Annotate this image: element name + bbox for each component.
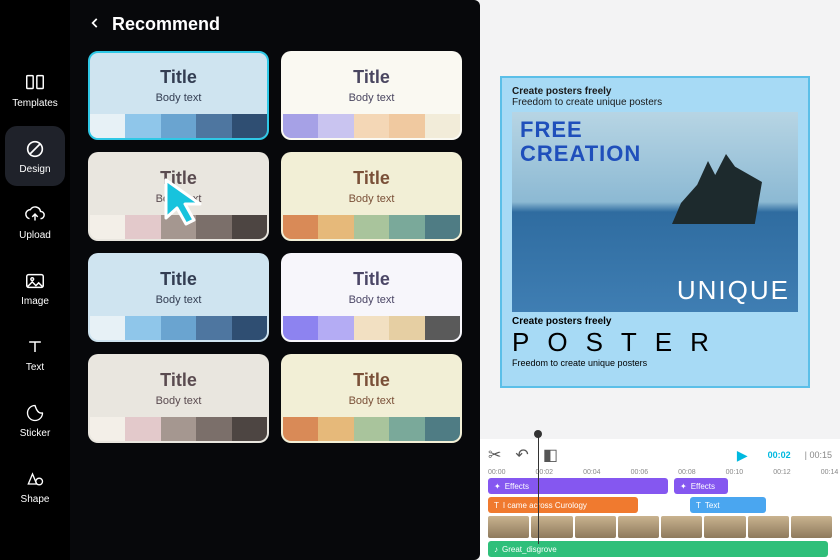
text-icon (24, 336, 46, 358)
cut-icon[interactable]: ✂ (488, 445, 501, 465)
card-swatches (283, 417, 460, 441)
sidebar-item-templates[interactable]: Templates (5, 60, 65, 120)
poster-top-line1: Create posters freely (512, 86, 798, 97)
playhead[interactable] (538, 434, 539, 544)
sidebar-label: Shape (21, 494, 50, 505)
panel-title: Recommend (112, 14, 220, 35)
sidebar-item-sticker[interactable]: Sticker (5, 390, 65, 450)
track-text[interactable]: T I came across Curology (488, 497, 638, 513)
sidebar-item-image[interactable]: Image (5, 258, 65, 318)
sidebar-label: Image (21, 296, 49, 307)
poster-top-line2: Freedom to create unique posters (512, 97, 798, 108)
video-clips-track[interactable] (488, 516, 832, 538)
palette-card[interactable]: Title Body text (281, 354, 462, 443)
track-text[interactable]: T Text (690, 497, 766, 513)
timeline-panel: ✂ ↶ ◧ ▶ 00:02 | 00:15 00:0000:0200:0400:… (480, 439, 840, 560)
poster-big-word: POSTER (512, 327, 798, 358)
card-swatches (90, 215, 267, 239)
palette-card[interactable]: Title Body text (88, 152, 269, 241)
card-title: Title (160, 269, 197, 290)
sidebar-item-text[interactable]: Text (5, 324, 65, 384)
card-title: Title (353, 370, 390, 391)
palette-card[interactable]: Title Body text (281, 51, 462, 140)
sidebar-label: Sticker (20, 428, 51, 439)
sidebar-label: Templates (12, 98, 58, 109)
card-title: Title (353, 269, 390, 290)
card-swatches (90, 417, 267, 441)
design-icon (24, 138, 46, 160)
card-body: Body text (156, 193, 202, 205)
palette-card[interactable]: Title Body text (88, 354, 269, 443)
card-swatches (90, 316, 267, 340)
palette-card[interactable]: Title Body text (88, 51, 269, 140)
track-audio[interactable]: ♪ Great_disgrove (488, 541, 828, 557)
card-title: Title (353, 168, 390, 189)
card-swatches (283, 114, 460, 138)
card-swatches (283, 215, 460, 239)
upload-icon (24, 204, 46, 226)
image-icon (24, 270, 46, 292)
poster-canvas[interactable]: Create posters freely Freedom to create … (500, 76, 810, 388)
palette-card[interactable]: Title Body text (88, 253, 269, 342)
card-body: Body text (349, 92, 395, 104)
card-body: Body text (156, 395, 202, 407)
sidebar-label: Design (19, 164, 50, 175)
play-icon[interactable]: ▶ (737, 447, 748, 464)
card-title: Title (160, 67, 197, 88)
poster-bottom-line1: Create posters freely (512, 316, 798, 327)
timeline-ruler[interactable]: 00:0000:0200:0400:0600:0800:1000:1200:14… (488, 469, 832, 476)
palette-card[interactable]: Title Body text (281, 152, 462, 241)
templates-icon (24, 72, 46, 94)
sidebar-item-shape[interactable]: Shape (5, 456, 65, 516)
card-body: Body text (156, 92, 202, 104)
back-icon[interactable] (88, 14, 102, 35)
card-title: Title (160, 168, 197, 189)
sidebar-label: Upload (19, 230, 51, 241)
sidebar-item-design[interactable]: Design (5, 126, 65, 186)
card-body: Body text (156, 294, 202, 306)
timeline-total: | 00:15 (805, 450, 832, 460)
card-body: Body text (349, 395, 395, 407)
poster-hero-image: FREECREATION UNIQUE (512, 112, 798, 312)
poster-bottom-line2: Freedom to create unique posters (512, 358, 798, 368)
sidebar-item-upload[interactable]: Upload (5, 192, 65, 252)
card-swatches (283, 316, 460, 340)
palette-card[interactable]: Title Body text (281, 253, 462, 342)
left-rail: Templates Design Upload Image Text Stick… (0, 0, 70, 560)
template-grid: Title Body text Title Body text Title Bo… (88, 51, 462, 443)
track-effects[interactable]: ✦ Effects (674, 478, 728, 494)
card-title: Title (353, 67, 390, 88)
card-body: Body text (349, 193, 395, 205)
card-title: Title (160, 370, 197, 391)
poster-headline: FREECREATION (520, 118, 641, 166)
split-icon[interactable]: ◧ (543, 445, 558, 465)
card-body: Body text (349, 294, 395, 306)
poster-unique: UNIQUE (677, 275, 790, 306)
sidebar-label: Text (26, 362, 44, 373)
shape-icon (24, 468, 46, 490)
undo-icon[interactable]: ↶ (515, 445, 528, 465)
sticker-icon (24, 402, 46, 424)
card-swatches (90, 114, 267, 138)
track-effects[interactable]: ✦ Effects (488, 478, 668, 494)
timeline-current: 00:02 (768, 450, 791, 460)
design-panel: Recommend Title Body text Title Body tex… (70, 0, 480, 560)
